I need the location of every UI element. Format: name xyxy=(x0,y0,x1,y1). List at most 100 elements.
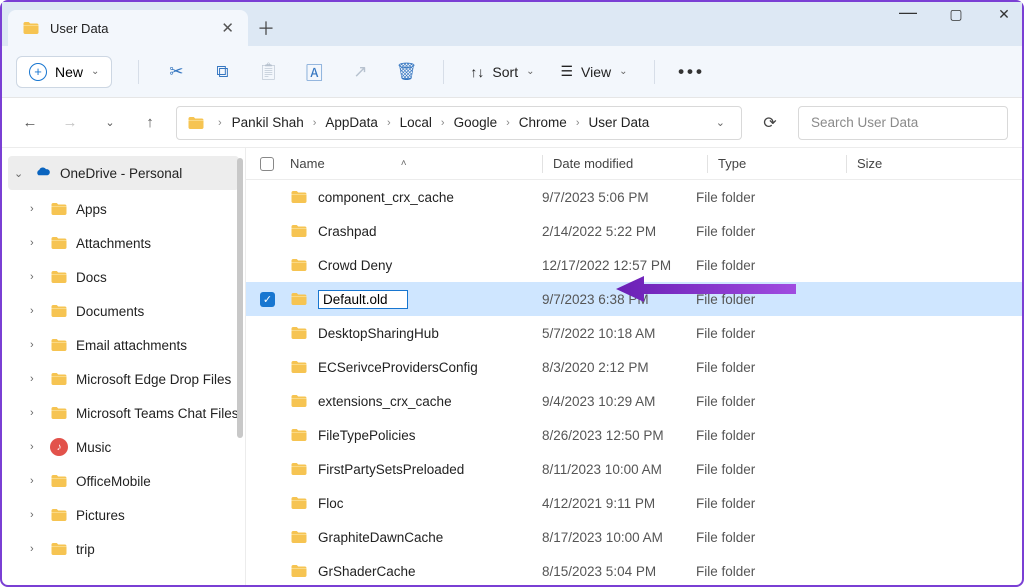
chevron-right-icon: › xyxy=(30,441,42,453)
view-button[interactable]: ☰ View ⌄ xyxy=(560,63,627,80)
scrollbar-thumb[interactable] xyxy=(237,158,243,438)
file-name: FirstPartySetsPreloaded xyxy=(318,462,464,477)
table-row[interactable]: GrShaderCache8/15/2023 5:04 PMFile folde… xyxy=(246,554,1022,585)
sidebar-item[interactable]: ›Email attachments xyxy=(2,328,245,362)
folder-icon xyxy=(187,114,205,132)
sidebar-item-label: Apps xyxy=(76,202,107,217)
table-row[interactable]: GraphiteDawnCache8/17/2023 10:00 AMFile … xyxy=(246,520,1022,554)
sidebar-item[interactable]: ›OfficeMobile xyxy=(2,464,245,498)
folder-icon xyxy=(290,562,308,580)
file-name: DesktopSharingHub xyxy=(318,326,439,341)
breadcrumb-segment[interactable]: AppData xyxy=(322,113,381,132)
back-button[interactable]: ← xyxy=(16,114,44,131)
sidebar-item[interactable]: ›Docs xyxy=(2,260,245,294)
onedrive-icon xyxy=(34,164,52,182)
table-row[interactable]: Crashpad2/14/2022 5:22 PMFile folder xyxy=(246,214,1022,248)
sidebar-item[interactable]: ›Microsoft Teams Chat Files xyxy=(2,396,245,430)
folder-icon xyxy=(290,528,308,546)
sidebar-item-label: Pictures xyxy=(76,508,125,523)
row-checkbox[interactable]: ✓ xyxy=(260,292,275,307)
table-row[interactable]: Floc4/12/2021 9:11 PMFile folder xyxy=(246,486,1022,520)
rename-input[interactable] xyxy=(318,290,408,309)
copy-icon[interactable]: ⧉ xyxy=(211,61,233,83)
table-row[interactable]: extensions_crx_cache9/4/2023 10:29 AMFil… xyxy=(246,384,1022,418)
maximize-button[interactable]: ▢ xyxy=(946,6,966,27)
breadcrumb-segment[interactable]: Local xyxy=(397,113,435,132)
sidebar-item[interactable]: › Apps xyxy=(2,192,245,226)
delete-icon[interactable]: 🗑 xyxy=(395,61,417,83)
file-name: ECSerivceProvidersConfig xyxy=(318,360,478,375)
file-date: 9/4/2023 10:29 AM xyxy=(542,394,696,409)
column-name[interactable]: Name˄ xyxy=(290,156,542,171)
breadcrumb-segment[interactable]: User Data xyxy=(585,113,652,132)
folder-icon xyxy=(290,256,308,274)
rename-icon[interactable]: 🄰 xyxy=(303,61,325,83)
sidebar-item[interactable]: › Pictures xyxy=(2,498,245,532)
column-type[interactable]: Type xyxy=(718,156,846,171)
sidebar-item[interactable]: › Microsoft Edge Drop Files xyxy=(2,362,245,396)
chevron-down-icon[interactable]: ⌄ xyxy=(710,116,731,129)
table-row[interactable]: ECSerivceProvidersConfig 8/3/2020 2:12 PM… xyxy=(246,350,1022,384)
sidebar-root-onedrive[interactable]: ⌄ OneDrive - Personal xyxy=(8,156,239,190)
chevron-right-icon: › xyxy=(30,543,42,555)
chevron-right-icon: › xyxy=(30,373,42,385)
chevron-right-icon: › xyxy=(30,475,42,487)
plus-icon: + xyxy=(29,63,47,81)
sidebar-item[interactable]: ›Attachments xyxy=(2,226,245,260)
file-type: File folder xyxy=(696,224,824,239)
folder-icon xyxy=(50,472,68,490)
tab-title: User Data xyxy=(50,21,109,36)
recent-button[interactable]: ⌄ xyxy=(96,116,124,129)
file-date: 9/7/2023 6:38 PM xyxy=(542,292,696,307)
file-date: 8/15/2023 5:04 PM xyxy=(542,564,696,579)
select-all-checkbox[interactable] xyxy=(260,157,274,171)
cut-icon[interactable]: ✂ xyxy=(165,61,187,83)
folder-icon xyxy=(290,290,308,308)
breadcrumb-segment[interactable]: Chrome xyxy=(516,113,570,132)
chevron-down-icon: ⌄ xyxy=(91,66,99,77)
folder-icon xyxy=(50,200,68,218)
refresh-button[interactable]: ⟳ xyxy=(754,113,786,133)
table-row[interactable]: FileTypePolicies8/26/2023 12:50 PMFile f… xyxy=(246,418,1022,452)
close-tab-icon[interactable]: ✕ xyxy=(221,19,234,37)
sidebar: ⌄ OneDrive - Personal ›Apps›Attachments›… xyxy=(2,148,246,585)
file-date: 8/17/2023 10:00 AM xyxy=(542,530,696,545)
chevron-right-icon: › xyxy=(30,407,42,419)
sidebar-item[interactable]: ›♪Music xyxy=(2,430,245,464)
minimize-button[interactable]: — xyxy=(898,2,918,23)
breadcrumb-segment[interactable]: Pankil Shah xyxy=(229,113,307,132)
chevron-right-icon: › xyxy=(30,237,42,249)
new-button[interactable]: + New ⌄ xyxy=(16,56,112,88)
column-date[interactable]: Date modified xyxy=(553,156,707,171)
folder-icon xyxy=(50,370,68,388)
sidebar-item[interactable]: ›Documents xyxy=(2,294,245,328)
file-type: File folder xyxy=(696,462,824,477)
table-row[interactable]: Crowd Deny12/17/2022 12:57 PMFile folder xyxy=(246,248,1022,282)
close-button[interactable]: ✕ xyxy=(994,6,1014,27)
file-name: component_crx_cache xyxy=(318,190,454,205)
forward-button: → xyxy=(56,114,84,131)
breadcrumb-segment[interactable]: Google xyxy=(451,113,501,132)
window-tab[interactable]: User Data ✕ xyxy=(8,10,248,46)
chevron-right-icon: › xyxy=(30,203,42,215)
file-name: Crowd Deny xyxy=(318,258,392,273)
sidebar-item[interactable]: ›trip xyxy=(2,532,245,566)
new-tab-button[interactable]: ＋ xyxy=(248,10,284,46)
file-name: GrShaderCache xyxy=(318,564,416,579)
file-date: 8/3/2020 2:12 PM xyxy=(542,360,696,375)
table-row[interactable]: FirstPartySetsPreloaded8/11/2023 10:00 A… xyxy=(246,452,1022,486)
column-size[interactable]: Size xyxy=(857,156,1022,171)
chevron-right-icon: › xyxy=(30,509,42,521)
more-button[interactable]: ••• xyxy=(681,61,703,83)
file-name: GraphiteDawnCache xyxy=(318,530,443,545)
up-button[interactable]: ↑ xyxy=(136,114,164,131)
table-row[interactable]: component_crx_cache9/7/2023 5:06 PMFile … xyxy=(246,180,1022,214)
sort-button[interactable]: ↑↓ Sort ⌄ xyxy=(470,64,534,80)
table-row[interactable]: ✓9/7/2023 6:38 PMFile folder xyxy=(246,282,1022,316)
file-date: 8/26/2023 12:50 PM xyxy=(542,428,696,443)
file-name: extensions_crx_cache xyxy=(318,394,452,409)
table-row[interactable]: DesktopSharingHub5/7/2022 10:18 AMFile f… xyxy=(246,316,1022,350)
search-input[interactable] xyxy=(798,106,1008,140)
sidebar-item-label: Microsoft Edge Drop Files xyxy=(76,372,231,387)
breadcrumb[interactable]: › Pankil Shah›AppData›Local›Google›Chrom… xyxy=(176,106,742,140)
